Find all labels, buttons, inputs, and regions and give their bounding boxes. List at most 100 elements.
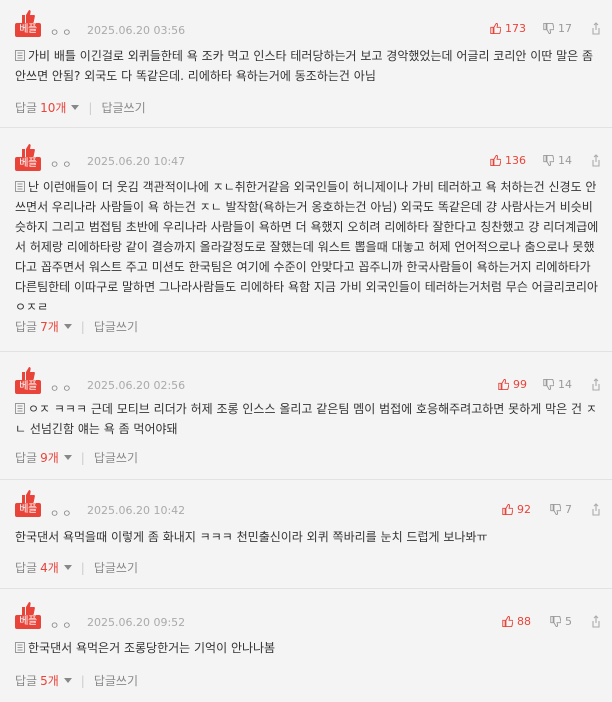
upvote-button[interactable]: 173: [490, 22, 526, 35]
author-nickname[interactable]: ㅇㅇ: [50, 505, 74, 520]
upvote-count: 99: [513, 378, 527, 391]
comment-body: 가비 배틀 이긴걸로 외퀴들한테 욕 조카 먹고 인스타 테러당하는거 보고 경…: [15, 46, 600, 86]
comment-date: 2025.06.20 09:52: [87, 616, 186, 629]
best-label: 베플: [15, 23, 41, 37]
chevron-down-icon: [63, 565, 72, 570]
comment-body: 난 이런애들이 더 웃김 객관적이나에 ㅈㄴ취한거같음 외국인들이 허니제이나 …: [15, 177, 600, 317]
upvote-button[interactable]: 92: [502, 503, 531, 516]
best-label: 베플: [15, 615, 41, 629]
reply-label: 답글: [15, 101, 38, 115]
thumbs-up-icon: [490, 155, 501, 166]
document-icon: [15, 181, 25, 192]
downvote-button[interactable]: 5: [550, 615, 572, 628]
chevron-down-icon: [71, 105, 80, 110]
reply-toggle[interactable]: 답글 4개: [15, 559, 72, 576]
document-icon: [15, 403, 25, 414]
downvote-button[interactable]: 17: [543, 22, 572, 35]
thumbs-up-icon: [498, 379, 509, 390]
upvote-count: 88: [517, 615, 531, 628]
comment-item: 베플 ㅇㅇ 2025.06.20 10:47 136 14 난 이런애들이 더 …: [0, 127, 612, 352]
reply-count: 5개: [40, 674, 59, 688]
comment-date: 2025.06.20 10:47: [87, 155, 186, 168]
reply-toggle[interactable]: 답글 5개: [15, 672, 72, 689]
downvote-button[interactable]: 14: [543, 378, 572, 391]
share-icon[interactable]: [591, 503, 601, 516]
author-nickname[interactable]: ㅇㅇ: [50, 617, 74, 632]
comment-body: 한국댄서 욕먹을때 이렇게 좀 화내지 ㅋㅋㅋ 천민출신이라 외퀴 쪽바리를 눈…: [15, 527, 600, 547]
upvote-button[interactable]: 136: [490, 154, 526, 167]
thumbs-up-icon: [490, 23, 501, 34]
document-icon: [15, 642, 25, 653]
write-reply-button[interactable]: 답글쓰기: [94, 672, 138, 689]
comment-footer: 답글 4개 | 답글쓰기: [15, 559, 138, 576]
best-label: 베플: [15, 503, 41, 517]
comment-footer: 답글 7개 | 답글쓰기: [15, 318, 138, 335]
thumbs-up-icon: [22, 367, 35, 380]
document-icon: [15, 50, 25, 61]
comment-footer: 답글 9개 | 답글쓰기: [15, 449, 138, 466]
reply-label: 답글: [15, 561, 38, 575]
comment-footer: 답글 5개 | 답글쓰기: [15, 672, 138, 689]
comment-text: 한국댄서 욕먹은거 조롱당한거는 기억이 안나나봄: [28, 641, 276, 655]
downvote-count: 7: [565, 503, 572, 516]
share-icon[interactable]: [591, 615, 601, 628]
upvote-count: 173: [505, 22, 526, 35]
comment-date: 2025.06.20 10:42: [87, 504, 186, 517]
thumbs-up-icon: [502, 616, 513, 627]
chevron-down-icon: [63, 324, 72, 329]
share-icon[interactable]: [591, 378, 601, 391]
write-reply-button[interactable]: 답글쓰기: [101, 99, 145, 116]
downvote-count: 14: [558, 378, 572, 391]
thumbs-down-icon: [550, 616, 561, 627]
share-icon[interactable]: [591, 22, 601, 35]
downvote-button[interactable]: 14: [543, 154, 572, 167]
downvote-button[interactable]: 7: [550, 503, 572, 516]
divider: |: [80, 560, 85, 575]
best-comment-badge: 베플: [15, 144, 41, 171]
comment-item: 베플 ㅇㅇ 2025.06.20 03:56 173 17 가비 배틀 이긴걸로…: [0, 0, 612, 128]
author-nickname[interactable]: ㅇㅇ: [50, 24, 74, 39]
divider: |: [80, 450, 85, 465]
reply-toggle[interactable]: 답글 9개: [15, 449, 72, 466]
best-comment-badge: 베플: [15, 602, 41, 629]
thumbs-up-icon: [22, 602, 35, 615]
thumbs-down-icon: [550, 504, 561, 515]
comment-text: 난 이런애들이 더 웃김 객관적이나에 ㅈㄴ취한거같음 외국인들이 허니제이나 …: [15, 180, 599, 314]
reply-count: 10개: [40, 101, 67, 115]
comment-body: ㅇㅈ ㅋㅋㅋ 근데 모티브 리더가 허제 조롱 인스스 올리고 같은팀 멤이 범…: [15, 399, 600, 439]
reply-count: 4개: [40, 561, 59, 575]
reply-label: 답글: [15, 674, 38, 688]
comment-date: 2025.06.20 02:56: [87, 379, 186, 392]
thumbs-down-icon: [543, 379, 554, 390]
reply-toggle[interactable]: 답글 10개: [15, 99, 80, 116]
author-nickname[interactable]: ㅇㅇ: [50, 156, 74, 171]
author-nickname[interactable]: ㅇㅇ: [50, 380, 74, 395]
best-label: 베플: [15, 157, 41, 171]
write-reply-button[interactable]: 답글쓰기: [94, 318, 138, 335]
write-reply-button[interactable]: 답글쓰기: [94, 449, 138, 466]
upvote-count: 92: [517, 503, 531, 516]
downvote-count: 5: [565, 615, 572, 628]
thumbs-up-icon: [22, 144, 35, 157]
best-comment-badge: 베플: [15, 10, 41, 37]
comment-body: 한국댄서 욕먹은거 조롱당한거는 기억이 안나나봄: [15, 638, 600, 658]
upvote-count: 136: [505, 154, 526, 167]
upvote-button[interactable]: 99: [498, 378, 527, 391]
thumbs-up-icon: [502, 504, 513, 515]
reply-toggle[interactable]: 답글 7개: [15, 318, 72, 335]
comment-footer: 답글 10개 | 답글쓰기: [15, 99, 146, 116]
thumbs-up-icon: [22, 10, 35, 23]
divider: |: [88, 100, 93, 115]
comment-item: 베플 ㅇㅇ 2025.06.20 09:52 88 5 한국댄서 욕먹은거 조롱…: [0, 588, 612, 702]
chevron-down-icon: [63, 678, 72, 683]
comment-text: ㅇㅈ ㅋㅋㅋ 근데 모티브 리더가 허제 조롱 인스스 올리고 같은팀 멤이 범…: [15, 402, 597, 436]
best-label: 베플: [15, 380, 41, 394]
upvote-button[interactable]: 88: [502, 615, 531, 628]
reply-count: 9개: [40, 451, 59, 465]
thumbs-down-icon: [543, 155, 554, 166]
share-icon[interactable]: [591, 154, 601, 167]
divider: |: [80, 319, 85, 334]
comment-text: 한국댄서 욕먹을때 이렇게 좀 화내지 ㅋㅋㅋ 천민출신이라 외퀴 쪽바리를 눈…: [15, 530, 488, 544]
write-reply-button[interactable]: 답글쓰기: [94, 559, 138, 576]
reply-count: 7개: [40, 320, 59, 334]
